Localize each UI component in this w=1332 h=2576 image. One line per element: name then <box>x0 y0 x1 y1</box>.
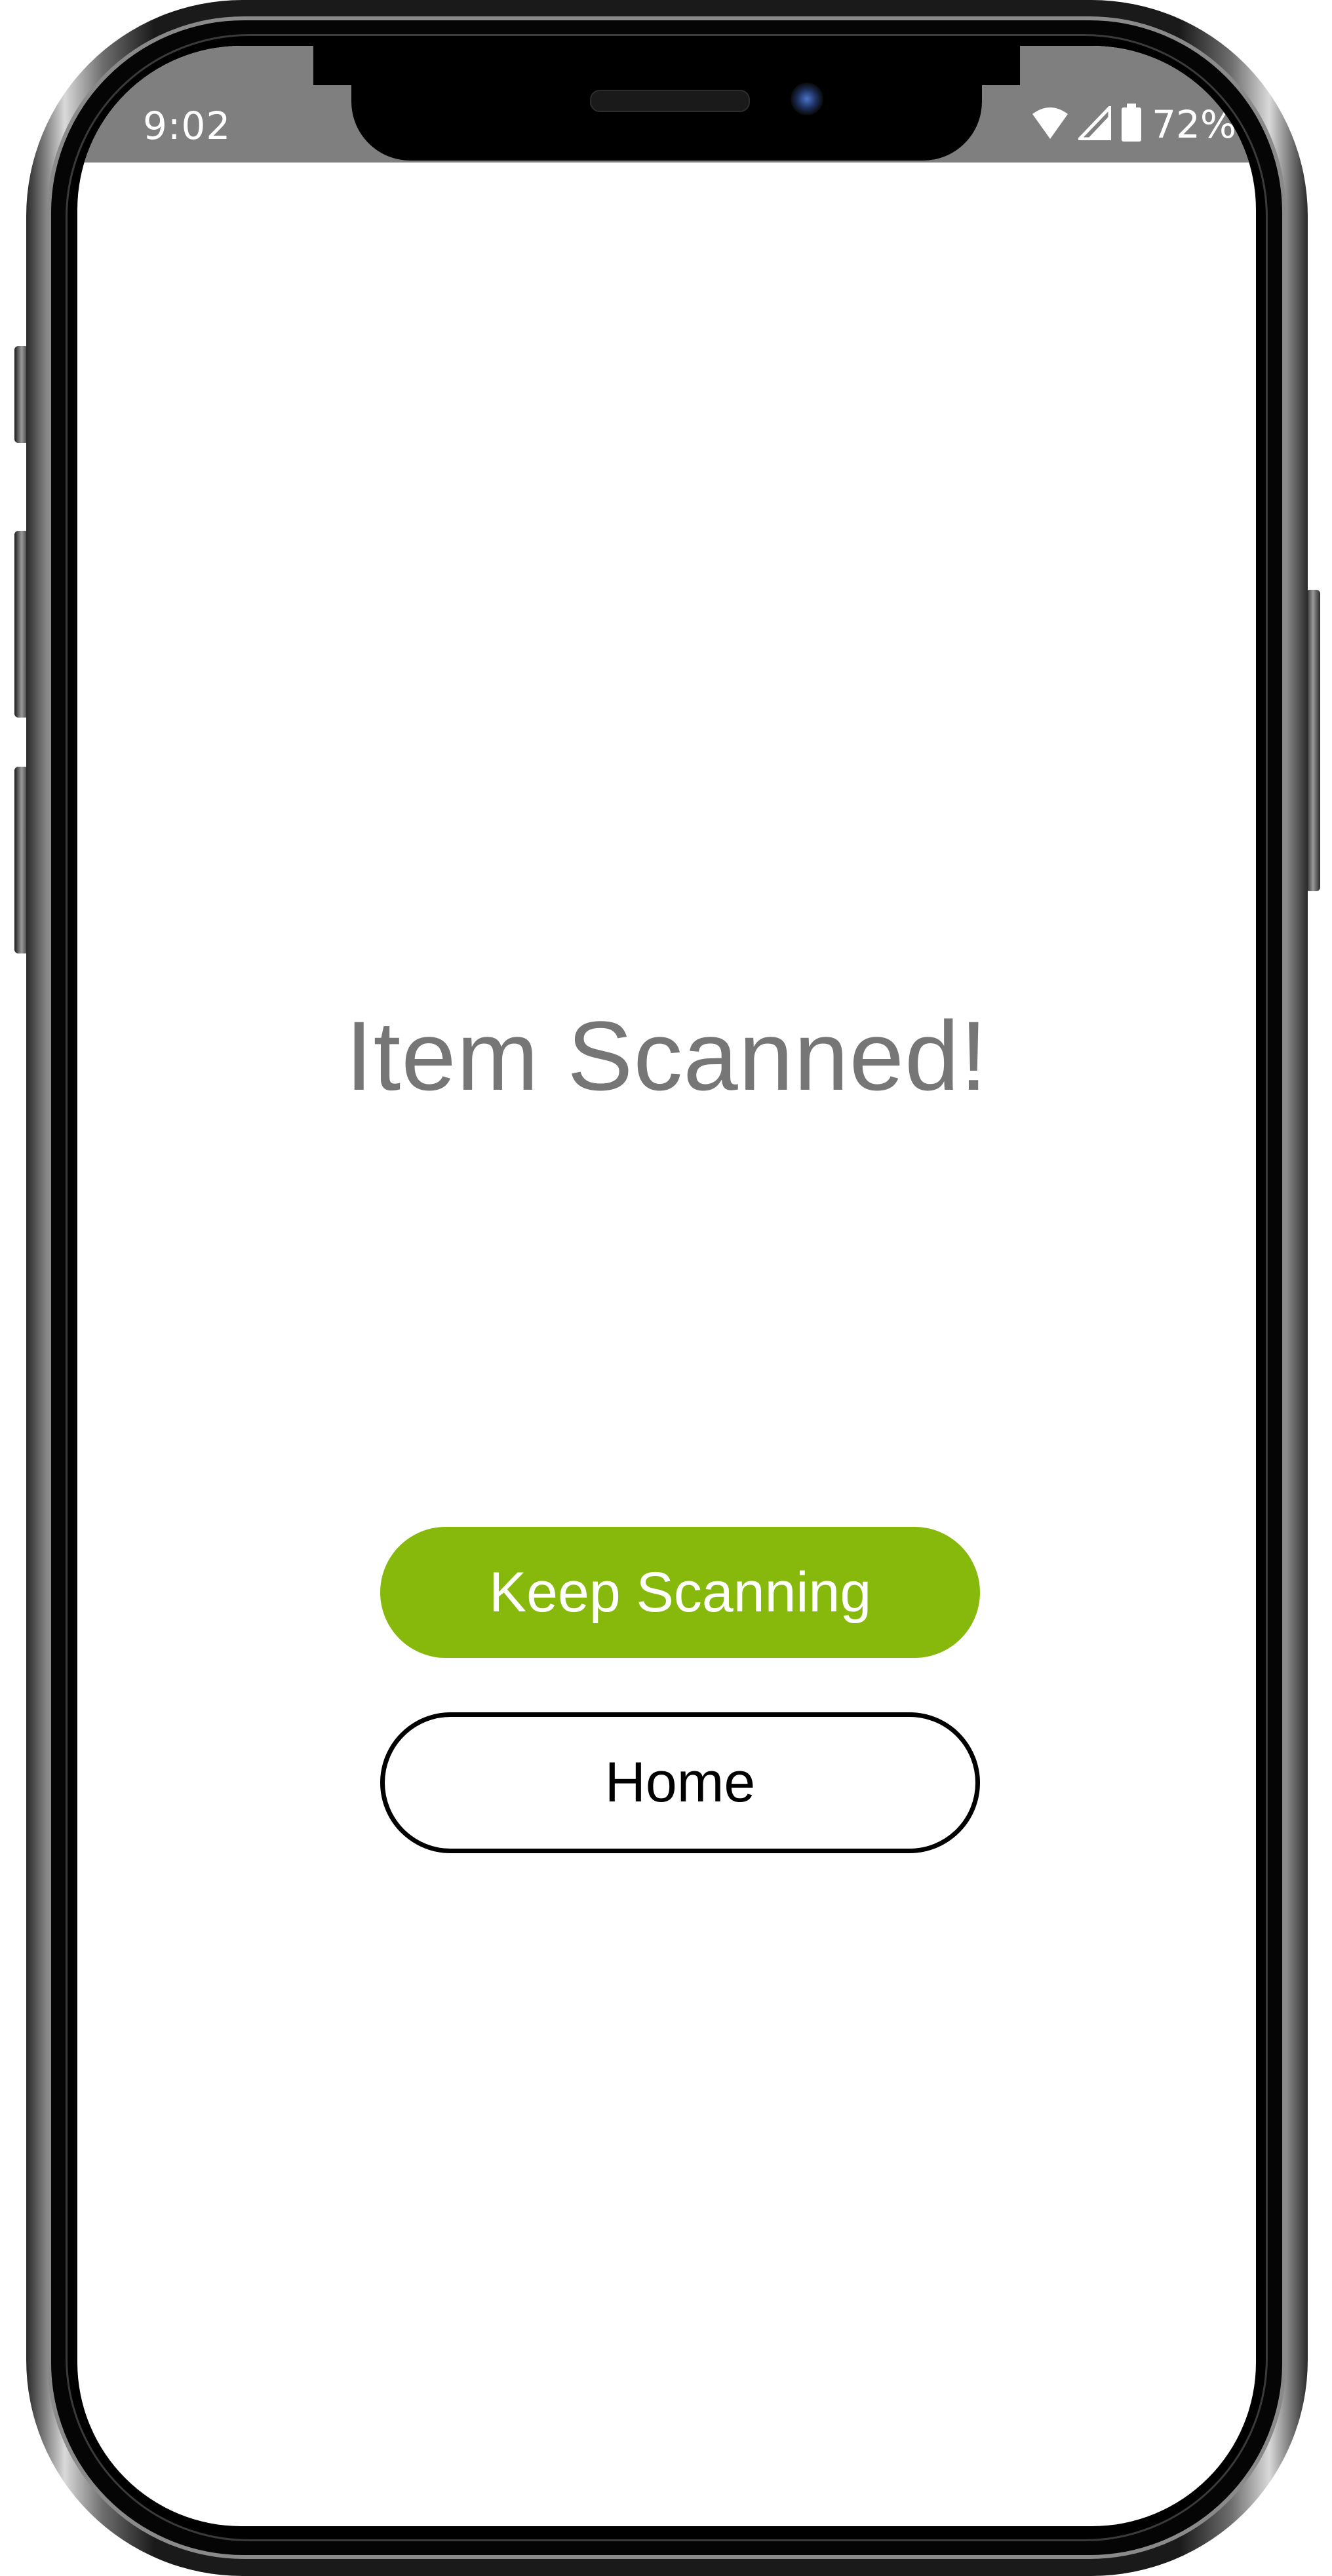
power-button <box>1306 590 1320 891</box>
wifi-icon <box>1031 106 1069 144</box>
page-title: Item Scanned! <box>345 1001 989 1111</box>
status-time: 9:02 <box>143 104 231 148</box>
front-camera-icon <box>791 83 823 115</box>
earpiece-speaker <box>590 90 750 112</box>
keep-scanning-label: Keep Scanning <box>488 1560 872 1624</box>
home-button[interactable]: Home <box>380 1712 980 1853</box>
home-button-label: Home <box>604 1751 756 1814</box>
keep-scanning-button[interactable]: Keep Scanning <box>380 1527 980 1658</box>
cellular-signal-icon <box>1076 103 1112 144</box>
status-icons: 72% <box>1031 102 1236 147</box>
device-mockup: 9:02 72% Item Scanned! Keep Scanning Hom… <box>0 0 1332 2576</box>
notch-corner-left <box>313 46 353 85</box>
battery-icon <box>1120 103 1143 146</box>
battery-percent: 72% <box>1152 102 1236 147</box>
phone-screen: 9:02 72% Item Scanned! Keep Scanning Hom… <box>77 46 1256 2526</box>
notch-corner-right <box>981 46 1020 85</box>
